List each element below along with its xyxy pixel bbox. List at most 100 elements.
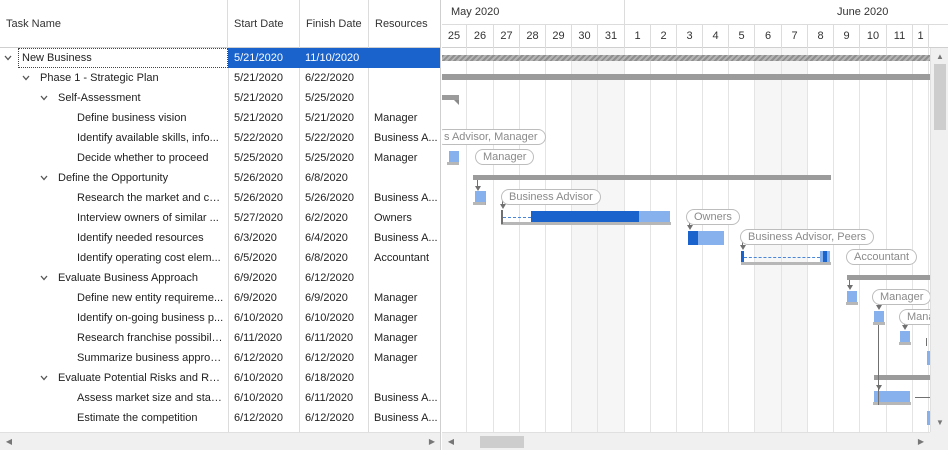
start-date-cell[interactable]: 6/9/2020 — [234, 268, 298, 288]
task-progress-bar[interactable] — [688, 231, 698, 245]
resources-cell[interactable]: Business A... — [374, 228, 438, 248]
summary-task-row[interactable]: New Business 5/21/2020 11/10/2020 — [0, 48, 440, 68]
start-date-cell[interactable]: 6/10/2020 — [234, 388, 298, 408]
resources-cell[interactable]: Business A... — [374, 408, 438, 428]
column-header-task-name[interactable]: Task Name — [0, 0, 228, 48]
finish-date-cell[interactable]: 11/10/2020 — [305, 48, 367, 68]
task-row[interactable]: Identify needed resources 6/3/2020 6/4/202… — [0, 228, 440, 248]
task-row[interactable]: Interview owners of similar ... 5/27/2020… — [0, 208, 440, 228]
start-date-cell[interactable]: 6/3/2020 — [234, 228, 298, 248]
start-date-cell[interactable]: 6/12/2020 — [234, 348, 298, 368]
task-row[interactable]: Identify on-going business p... 6/10/2020… — [0, 308, 440, 328]
summary-task-row[interactable]: Evaluate Potential Risks and Re... 6/10/2… — [0, 368, 440, 388]
column-header-start-date[interactable]: Start Date — [228, 0, 300, 48]
task-row[interactable]: Research the market and co... 5/26/2020 5/… — [0, 188, 440, 208]
start-date-cell[interactable]: 6/10/2020 — [234, 368, 298, 388]
task-row[interactable]: Decide whether to proceed 5/25/2020 5/25/2… — [0, 148, 440, 168]
task-name-cell[interactable]: Interview owners of similar ... — [77, 208, 224, 228]
summary-bar-define-opportunity[interactable] — [473, 175, 831, 180]
task-name-cell[interactable]: Evaluate Potential Risks and Re... — [58, 368, 224, 388]
finish-date-cell[interactable]: 6/8/2020 — [305, 168, 367, 188]
summary-bar-evaluate-approach[interactable] — [847, 275, 930, 280]
task-name-cell[interactable]: Identify on-going business p... — [77, 308, 224, 328]
task-name-cell[interactable]: Define the Opportunity — [58, 168, 224, 188]
chevron-down-icon[interactable] — [38, 368, 50, 388]
finish-date-cell[interactable]: 6/18/2020 — [305, 368, 367, 388]
column-header-finish-date[interactable]: Finish Date — [300, 0, 369, 48]
task-name-cell[interactable]: Research franchise possibilit... — [77, 328, 224, 348]
start-date-cell[interactable]: 6/9/2020 — [234, 288, 298, 308]
summary-bar-evaluate-risks[interactable] — [874, 375, 930, 380]
resources-cell[interactable]: Accountant — [374, 248, 438, 268]
task-name-cell[interactable]: Research the market and co... — [77, 188, 224, 208]
task-name-cell[interactable]: Identify needed resources — [77, 228, 224, 248]
task-row[interactable]: Identify available skills, info... 5/22/2… — [0, 128, 440, 148]
finish-date-cell[interactable]: 6/10/2020 — [305, 308, 367, 328]
finish-date-cell[interactable]: 6/12/2020 — [305, 348, 367, 368]
start-date-cell[interactable]: 6/12/2020 — [234, 408, 298, 428]
arrow-right-icon[interactable]: ▶ — [423, 433, 440, 450]
arrow-left-icon[interactable]: ◀ — [0, 433, 18, 450]
task-row[interactable]: Identify operating cost elem... 6/5/2020 6… — [0, 248, 440, 268]
start-date-cell[interactable]: 5/22/2020 — [234, 128, 298, 148]
resources-cell[interactable]: Manager — [374, 288, 438, 308]
chevron-down-icon[interactable] — [38, 268, 50, 288]
task-name-cell[interactable]: Decide whether to proceed — [77, 148, 224, 168]
task-name-cell[interactable]: Define business vision — [77, 108, 224, 128]
horizontal-scroll-thumb[interactable] — [480, 436, 524, 448]
finish-date-cell[interactable]: 6/11/2020 — [305, 388, 367, 408]
finish-date-cell[interactable]: 6/12/2020 — [305, 268, 367, 288]
task-row[interactable]: Define new entity requireme... 6/9/2020 6/… — [0, 288, 440, 308]
start-date-cell[interactable]: 5/27/2020 — [234, 208, 298, 228]
resources-cell[interactable]: Manager — [374, 348, 438, 368]
resources-cell[interactable] — [374, 88, 438, 108]
task-name-cell[interactable]: Assess market size and stab... — [77, 388, 224, 408]
summary-task-row[interactable]: Evaluate Business Approach 6/9/2020 6/12/2… — [0, 268, 440, 288]
start-date-cell[interactable]: 6/11/2020 — [234, 328, 298, 348]
start-date-cell[interactable]: 5/21/2020 — [234, 108, 298, 128]
resources-cell[interactable]: Manager — [374, 108, 438, 128]
summary-task-row[interactable]: Define the Opportunity 5/26/2020 6/8/2020 — [0, 168, 440, 188]
resources-cell[interactable]: Manager — [374, 148, 438, 168]
finish-date-cell[interactable]: 6/8/2020 — [305, 248, 367, 268]
resources-cell[interactable]: Business A... — [374, 128, 438, 148]
chart-vertical-scrollbar[interactable]: ▲ ▼ — [930, 48, 948, 432]
start-date-cell[interactable]: 6/5/2020 — [234, 248, 298, 268]
resources-cell[interactable] — [374, 368, 438, 388]
chevron-down-icon[interactable] — [38, 88, 50, 108]
task-name-cell[interactable]: Identify operating cost elem... — [77, 248, 224, 268]
finish-date-cell[interactable]: 6/9/2020 — [305, 288, 367, 308]
task-row[interactable]: Assess market size and stab... 6/10/2020 6… — [0, 388, 440, 408]
start-date-cell[interactable]: 5/21/2020 — [234, 88, 298, 108]
chevron-down-icon[interactable] — [20, 68, 32, 88]
task-name-cell[interactable]: Phase 1 - Strategic Plan — [40, 68, 224, 88]
finish-date-cell[interactable]: 6/2/2020 — [305, 208, 367, 228]
column-header-resources[interactable]: Resources — [369, 0, 440, 48]
resources-cell[interactable] — [374, 168, 438, 188]
finish-date-cell[interactable]: 5/25/2020 — [305, 88, 367, 108]
start-date-cell[interactable]: 5/26/2020 — [234, 188, 298, 208]
finish-date-cell[interactable]: 6/12/2020 — [305, 408, 367, 428]
finish-date-cell[interactable]: 6/4/2020 — [305, 228, 367, 248]
resources-cell[interactable]: Manager — [374, 308, 438, 328]
finish-date-cell[interactable]: 5/26/2020 — [305, 188, 367, 208]
task-row[interactable]: Define business vision 5/21/2020 5/21/2020… — [0, 108, 440, 128]
task-row[interactable]: Summarize business approach 6/12/2020 6/12… — [0, 348, 440, 368]
finish-date-cell[interactable]: 5/25/2020 — [305, 148, 367, 168]
summary-task-row[interactable]: Self-Assessment 5/21/2020 5/25/2020 — [0, 88, 440, 108]
start-date-cell[interactable]: 5/21/2020 — [234, 48, 298, 68]
task-name-cell[interactable]: Self-Assessment — [58, 88, 224, 108]
summary-task-row[interactable]: Phase 1 - Strategic Plan 5/21/2020 6/22/20… — [0, 68, 440, 88]
chevron-down-icon[interactable] — [38, 168, 50, 188]
arrow-right-icon[interactable]: ▶ — [912, 433, 930, 450]
chart-horizontal-scrollbar[interactable]: ◀ ▶ — [442, 432, 930, 450]
task-name-cell[interactable]: Summarize business approach — [77, 348, 224, 368]
task-name-cell[interactable]: Identify available skills, info... — [77, 128, 224, 148]
vertical-scroll-thumb[interactable] — [934, 64, 946, 130]
resources-cell[interactable]: Business A... — [374, 388, 438, 408]
start-date-cell[interactable]: 5/26/2020 — [234, 168, 298, 188]
task-row[interactable]: Research franchise possibilit... 6/11/202… — [0, 328, 440, 348]
summary-bar-phase-1[interactable] — [442, 74, 930, 80]
grid-horizontal-scrollbar[interactable]: ◀ ▶ — [0, 432, 440, 450]
task-name-cell[interactable]: Estimate the competition — [77, 408, 224, 428]
